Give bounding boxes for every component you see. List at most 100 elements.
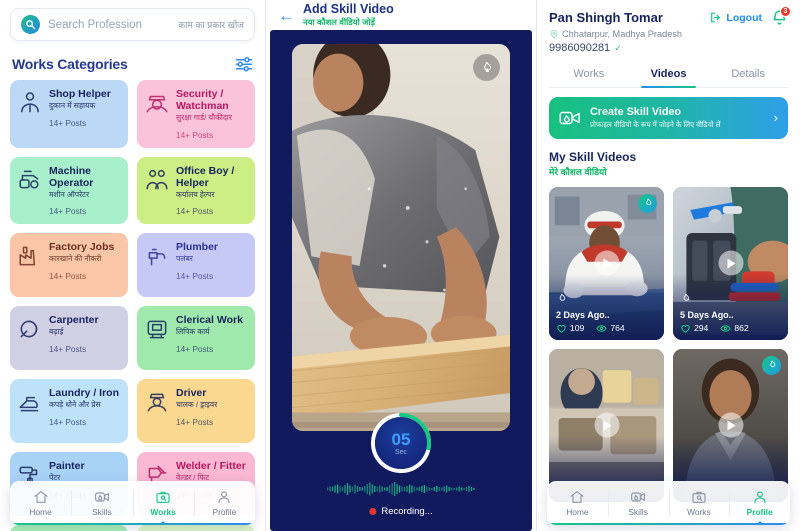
flame-icon-button[interactable]	[473, 54, 500, 81]
nav-label: Home	[29, 507, 52, 517]
camera-stage: 05 Sec Recording...	[270, 30, 532, 531]
category-name: Clerical Work	[176, 314, 243, 327]
active-nav-caret	[754, 521, 765, 525]
logout-button[interactable]: Logout	[709, 11, 762, 24]
play-button[interactable]	[594, 250, 619, 276]
skill-video-card[interactable]	[673, 348, 788, 502]
camera-preview[interactable]	[292, 44, 510, 431]
category-name-hindi: बढ़ाई	[49, 327, 64, 337]
page-title: Works Categories	[12, 56, 128, 72]
nav-item-home[interactable]: Home	[547, 481, 608, 525]
category-name: Plumber	[176, 241, 219, 254]
timer-value: 05	[391, 429, 411, 449]
add-skill-video-panel: ← Add Skill Video नया कौशल वीडियो जोड़ें	[266, 0, 536, 531]
category-posts-count: 14+ Posts	[176, 206, 214, 217]
tab-works[interactable]: Works	[549, 62, 629, 87]
category-text: Clerical Work लिपिक कार्य 14+ Posts	[176, 314, 247, 362]
video-likes: 294	[680, 323, 708, 334]
tab-videos[interactable]: Videos	[629, 62, 709, 88]
home-icon	[570, 491, 584, 503]
create-skill-video-button[interactable]: Create Skill Video प्रोफाइल वीडियो के रू…	[549, 97, 788, 139]
add-video-header: ← Add Skill Video नया कौशल वीडियो जोड़ें	[266, 0, 536, 30]
videos-tab-content: Create Skill Video प्रोफाइल वीडियो के रू…	[537, 88, 800, 502]
category-name-hindi: दुकान में सहायक	[49, 101, 96, 111]
section-title-hindi: मेरे कौशल वीडियो	[549, 166, 607, 177]
my-skill-videos-heading: My Skill Videos मेरे कौशल वीडियो	[549, 150, 788, 178]
profile-videos-panel: Pan Shingh Tomar Logout 3 Chhatarpur, Ma…	[536, 0, 800, 531]
category-card-shop-helper[interactable]: Shop Helper दुकान में सहायक 14+ Posts	[10, 80, 128, 148]
add-video-title-hindi: नया कौशल वीडियो जोड़ें	[303, 16, 375, 27]
category-name: Office Boy / Helper	[176, 164, 235, 189]
category-card-machine-operator[interactable]: Machine Operator मशीन ऑपरेटर 14+ Posts	[10, 156, 128, 225]
recording-label: Recording...	[381, 506, 433, 517]
category-text: Security / Watchman सुरक्षा गार्ड/ चौकीदा…	[176, 88, 247, 140]
nav-label: Works	[150, 507, 176, 517]
search-input[interactable]: Search Profession काम का प्रकार खोज	[10, 8, 255, 41]
clerical-work-icon	[144, 316, 170, 342]
views-count: 764	[610, 323, 625, 334]
category-card-driver[interactable]: Driver चालक / ड्राइवर 14+ Posts	[137, 379, 255, 444]
play-button[interactable]	[718, 412, 743, 438]
bottom-nav-profile[interactable]: Home Skills Works Profile	[547, 481, 790, 525]
category-text: Carpenter बढ़ाई 14+ Posts	[49, 314, 120, 362]
section-title: My Skill Videos	[549, 149, 637, 164]
category-name-hindi: लिपिक कार्य	[176, 327, 210, 337]
back-arrow-icon[interactable]: ←	[278, 7, 295, 24]
video-meta: 5 Days Ago.. 294 862	[680, 291, 781, 334]
category-posts-count: 14+ Posts	[49, 206, 87, 217]
category-posts-count: 14+ Posts	[49, 270, 87, 281]
briefcase-search-icon	[692, 491, 706, 503]
category-card-factory-jobs[interactable]: Factory Jobs कारखाने की नौकरी 14+ Posts	[10, 233, 128, 298]
profile-phone-row: 9986090281 ✓	[549, 42, 788, 54]
driver-icon	[144, 389, 170, 415]
category-card-clerical-work[interactable]: Clerical Work लिपिक कार्य 14+ Posts	[137, 306, 255, 371]
nav-label: Skills	[92, 507, 112, 517]
category-text: Laundry / Iron कपड़े धोने और प्रेस 14+ Pos…	[49, 387, 120, 435]
skill-videos-grid: 2 Days Ago.. 109 764 5 Days Ago.. 294 862	[549, 186, 788, 502]
nav-item-skills[interactable]: Skills	[607, 481, 669, 525]
nav-item-works[interactable]: Works	[668, 481, 730, 525]
profile-name: Pan Shingh Tomar	[549, 10, 663, 25]
category-card-security-watchman[interactable]: Security / Watchman सुरक्षा गार्ड/ चौकीदा…	[137, 80, 255, 148]
categories-grid: Shop Helper दुकान में सहायक 14+ Posts Secur…	[0, 80, 265, 531]
nav-item-profile[interactable]: Profile	[729, 481, 790, 525]
skill-video-card[interactable]: 2 Days Ago.. 109 764	[549, 186, 664, 340]
bottom-nav-works[interactable]: Home Skills Works Profile	[10, 481, 255, 525]
heart-icon	[681, 324, 690, 333]
profile-tabs[interactable]: Works Videos Details	[549, 62, 788, 88]
category-card-store-sales[interactable]: Store Sales	[137, 525, 255, 531]
category-card-carpenter[interactable]: Carpenter बढ़ाई 14+ Posts	[10, 306, 128, 371]
category-card-office-boy-helper[interactable]: Office Boy / Helper कर्यालय हेल्पर 14+ Pos…	[137, 156, 255, 225]
notification-badge: 3	[780, 6, 791, 17]
tab-details[interactable]: Details	[708, 62, 788, 87]
nav-item-home[interactable]: Home	[10, 481, 71, 525]
nav-item-works[interactable]: Works	[132, 481, 194, 525]
category-card-health-staff[interactable]: Health Staff	[10, 525, 128, 531]
profile-phone: 9986090281	[549, 42, 611, 54]
category-name: Shop Helper	[49, 88, 111, 100]
recording-status: Recording...	[369, 506, 433, 517]
search-area: Search Profession काम का प्रकार खोज	[0, 0, 265, 47]
category-card-laundry-iron[interactable]: Laundry / Iron कपड़े धोने और प्रेस 14+ Pos…	[10, 379, 128, 444]
skill-video-card[interactable]	[549, 348, 664, 502]
filter-sliders-icon[interactable]	[235, 56, 253, 72]
active-nav-caret	[158, 521, 169, 525]
video-stats: 294 862	[680, 323, 781, 334]
security-guard-icon	[144, 90, 170, 116]
skill-video-card[interactable]: 5 Days Ago.. 294 862	[673, 186, 788, 340]
works-categories-panel: Search Profession काम का प्रकार खोज Work…	[0, 0, 266, 531]
category-name-hindi: कर्यालय हेल्पर	[176, 189, 215, 199]
category-name: Welder / Fitter	[176, 460, 246, 473]
trending-flame-badge	[762, 355, 781, 375]
nav-item-skills[interactable]: Skills	[71, 481, 132, 525]
play-button[interactable]	[594, 412, 619, 438]
office-boy-icon	[144, 167, 170, 193]
nav-item-profile[interactable]: Profile	[193, 481, 255, 525]
notifications-button[interactable]: 3	[771, 6, 791, 26]
timer-face: 05 Sec	[375, 417, 427, 469]
category-posts-count: 14+ Posts	[49, 117, 87, 128]
plumber-tap-icon	[144, 243, 170, 269]
play-button[interactable]	[718, 250, 743, 276]
category-card-plumber[interactable]: Plumber पलंबर 14+ Posts	[137, 233, 255, 298]
category-name: Security / Watchman	[176, 88, 229, 113]
